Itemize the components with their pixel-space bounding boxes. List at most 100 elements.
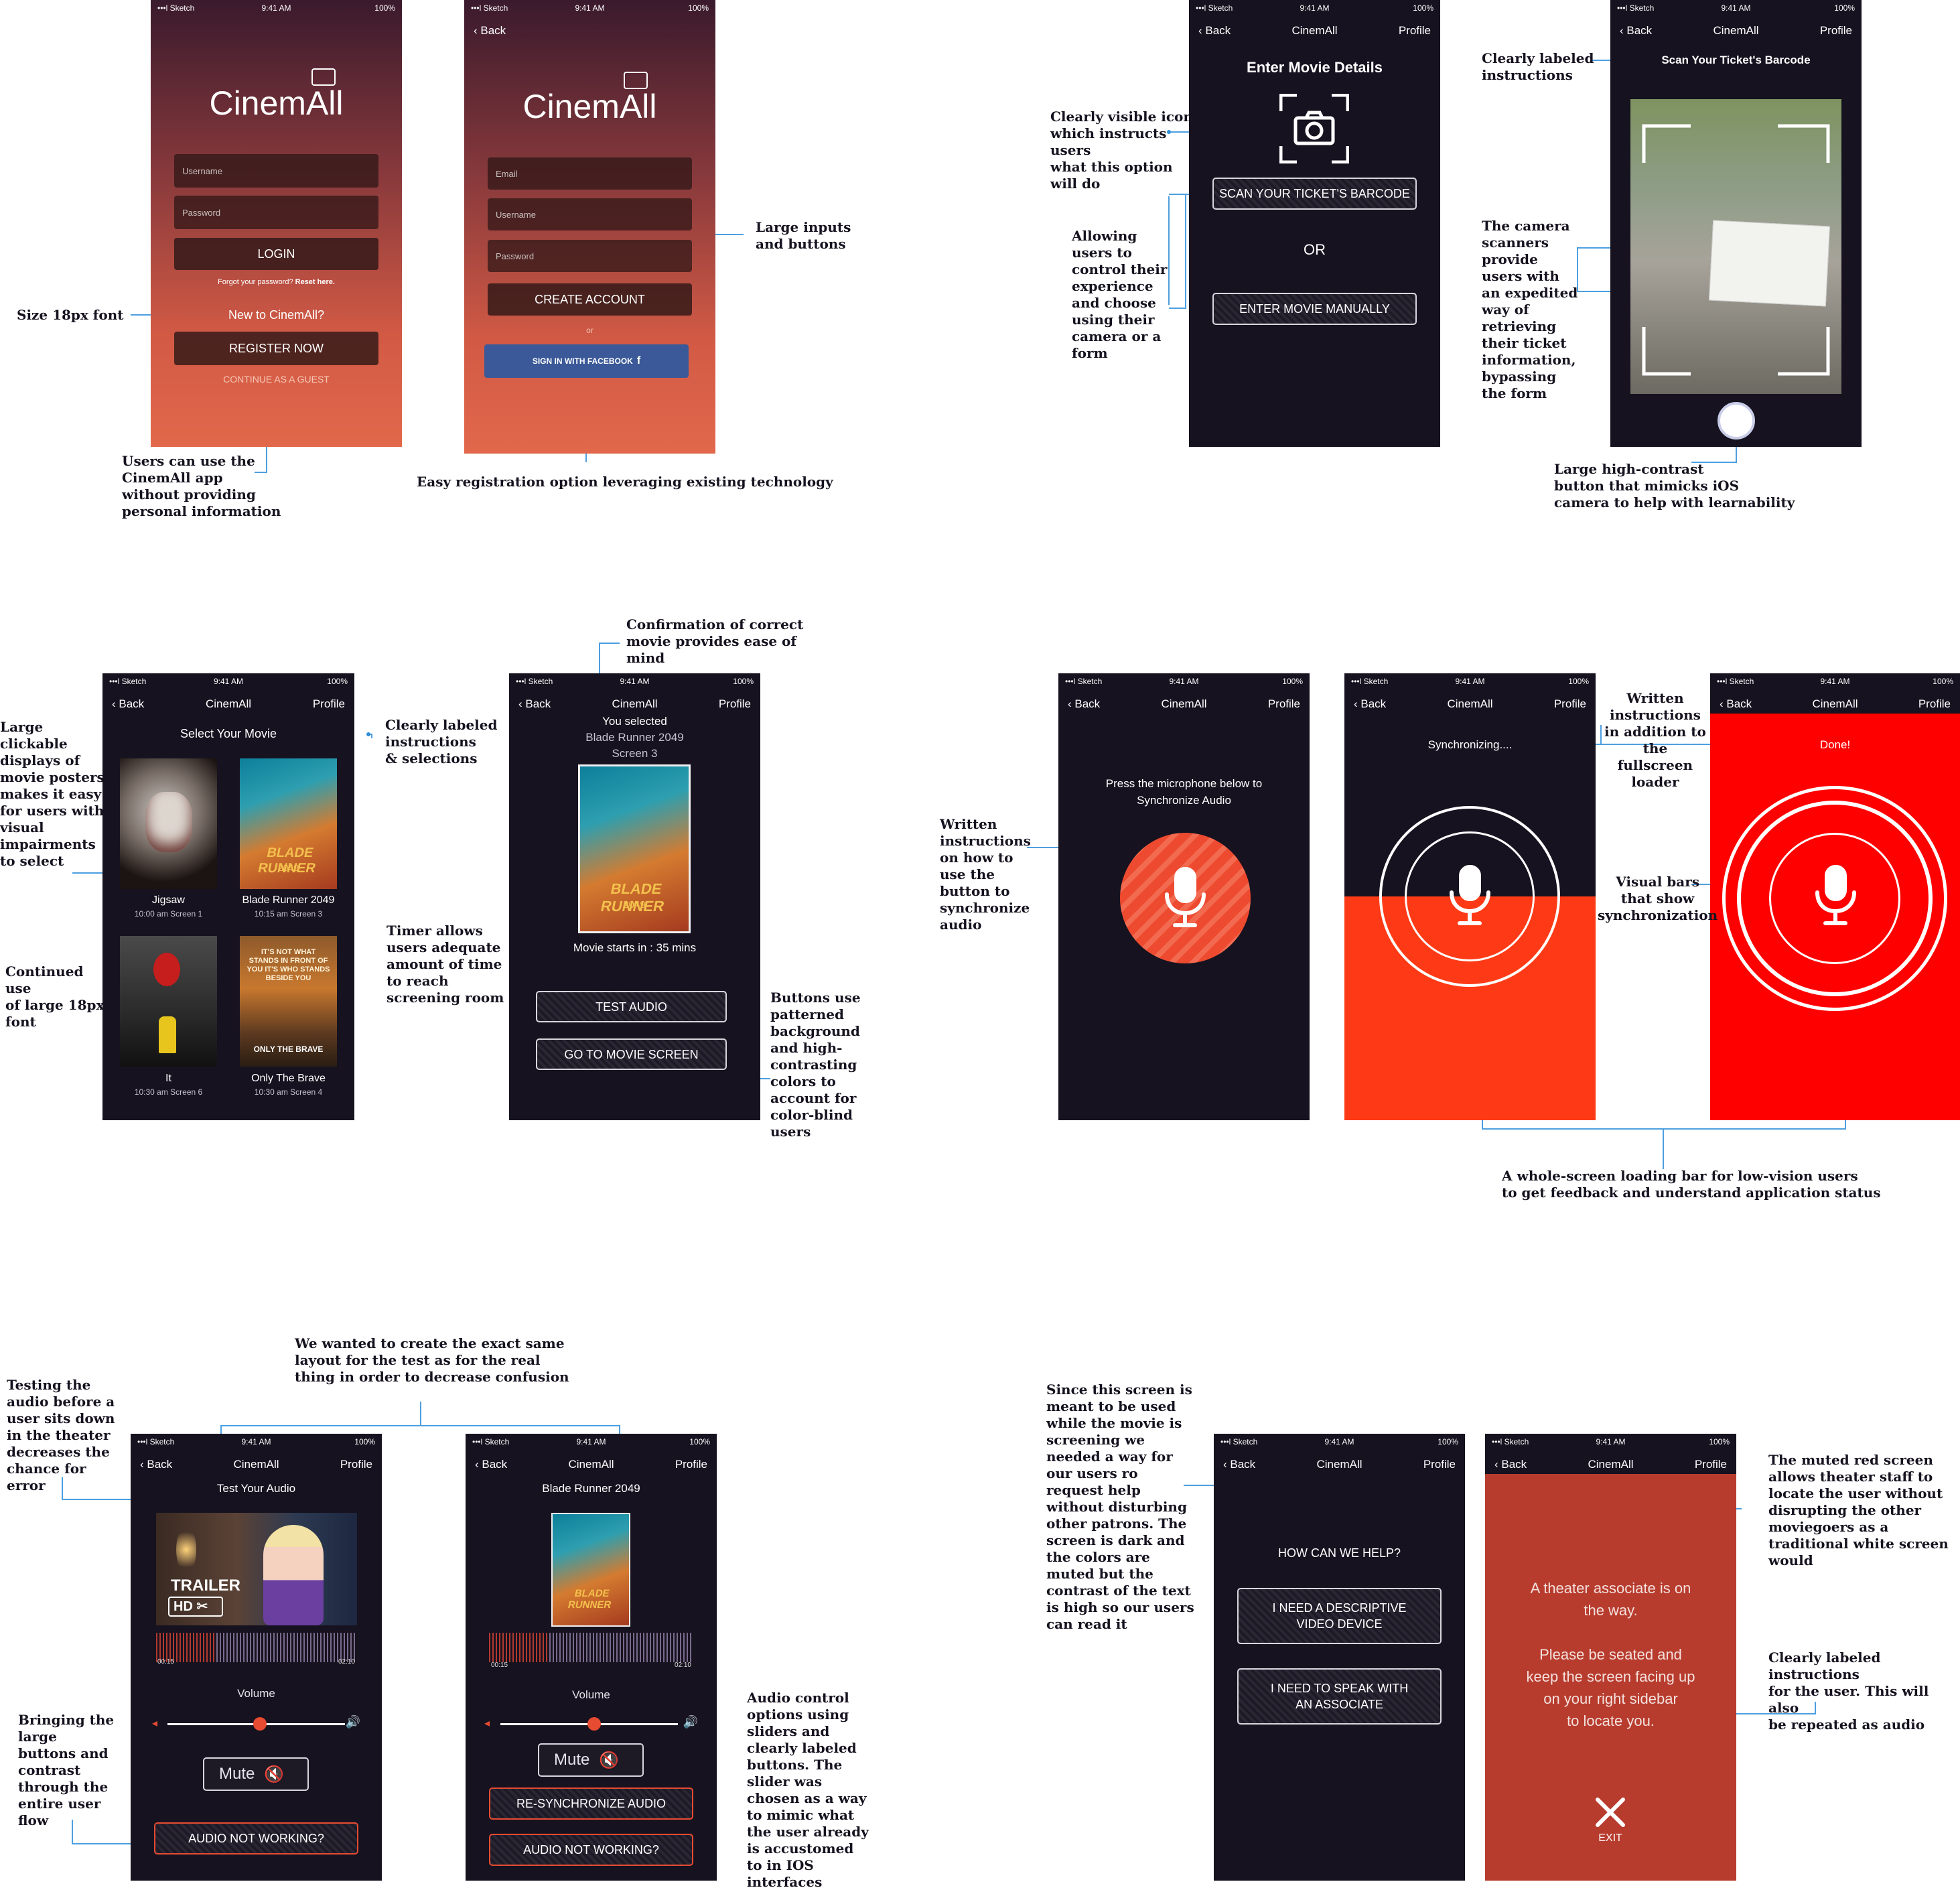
select-movie-screen: •••l Sketch 9:41 AM 100% ‹ Back CinemAll Pro… <box>102 673 354 1120</box>
microphone-icon <box>1450 865 1490 925</box>
login-button[interactable]: LOGIN <box>174 238 378 270</box>
profile-link[interactable]: Profile <box>340 1458 372 1471</box>
mute-button[interactable]: Mute 🔇 <box>538 1743 644 1777</box>
mute-button[interactable]: Mute 🔇 <box>203 1757 309 1791</box>
movie-title: Only The Brave <box>251 1073 326 1084</box>
volume-label: Volume <box>237 1687 275 1700</box>
selection-label: You selected <box>602 715 667 728</box>
seating-instructions: on your right sidebar <box>1543 1690 1678 1707</box>
poster-tagline: IT'S NOT WHAT STANDS IN FRONT OF YOU IT'… <box>247 948 330 982</box>
volume-slider-knob[interactable] <box>253 1717 267 1731</box>
character-figure <box>263 1525 324 1625</box>
profile-link[interactable]: Profile <box>313 697 345 711</box>
selected-screen: Screen 3 <box>612 747 658 760</box>
facebook-signin-button[interactable]: SIGN IN WITH FACEBOOK f <box>484 344 689 378</box>
back-button[interactable]: ‹ Back <box>474 24 506 38</box>
shutter-button[interactable] <box>1718 402 1755 440</box>
sync-start-screen: •••l Sketch 9:41 AM 100% ‹ Back CinemAll Pro… <box>1058 673 1310 1120</box>
trailer-label: TRAILER <box>171 1576 240 1595</box>
poster-year: 2049 <box>277 862 299 873</box>
email-input[interactable]: Email <box>488 157 692 190</box>
profile-link[interactable]: Profile <box>1399 24 1431 38</box>
audio-not-working-button[interactable]: AUDIO NOT WORKING? <box>489 1834 693 1866</box>
movie-poster-it[interactable] <box>120 936 217 1067</box>
annotation-guest: Users can use the CinemAll app without p… <box>122 453 281 519</box>
volume-slider-knob[interactable] <box>587 1717 601 1731</box>
profile-link[interactable]: Profile <box>1423 1458 1456 1471</box>
annotation-allowing: Allowing users to control their experien… <box>1072 228 1168 361</box>
microphone-button[interactable] <box>1120 833 1251 963</box>
profile-link[interactable]: Profile <box>1820 24 1852 38</box>
enter-manually-button[interactable]: ENTER MOVIE MANUALLY <box>1212 293 1417 325</box>
test-audio-button[interactable]: TEST AUDIO <box>536 991 727 1022</box>
battery-indicator: 100% <box>374 3 395 13</box>
reset-link[interactable]: Reset here. <box>295 278 335 286</box>
resync-audio-button[interactable]: RE-SYNCHRONIZE AUDIO <box>489 1788 693 1820</box>
battery-indicator: 100% <box>1933 677 1953 686</box>
profile-link[interactable]: Profile <box>1554 697 1586 711</box>
page-title: Blade Runner 2049 <box>542 1482 640 1495</box>
status-bar: •••l Sketch 9:41 AM 100% <box>157 3 395 13</box>
movie-title: It <box>165 1073 171 1084</box>
poster-title: BLADE RUNNER <box>567 1588 613 1611</box>
status-bar: •••l Sketch 9:41 AM 100% <box>1220 1437 1458 1446</box>
nav-bar: ‹ Back CinemAll Profile <box>1620 24 1852 38</box>
movie-poster-jigsaw[interactable] <box>120 758 217 889</box>
battery-indicator: 100% <box>1834 3 1855 13</box>
microphone-icon <box>1815 865 1856 925</box>
password-input[interactable]: Password <box>174 196 378 229</box>
audio-waveform[interactable] <box>489 1633 693 1662</box>
battery-indicator: 100% <box>688 3 709 13</box>
status-bar: •••l Sketch 9:41 AM 100% <box>137 1437 375 1446</box>
profile-link[interactable]: Profile <box>675 1458 707 1471</box>
volume-slider[interactable] <box>167 1717 345 1731</box>
volume-high-icon: 🔊 <box>683 1715 698 1729</box>
annotation-whole-screen: A whole-screen loading bar for low-visio… <box>1502 1168 1881 1201</box>
page-title: Test Your Audio <box>216 1482 296 1495</box>
profile-link[interactable]: Profile <box>1268 697 1300 711</box>
trailer-thumbnail: TRAILER HD ✂ <box>156 1513 357 1625</box>
username-input[interactable]: Username <box>174 154 378 188</box>
muted-speaker-icon: 🔇 <box>264 1765 285 1783</box>
username-input[interactable]: Username <box>488 198 692 230</box>
volume-high-icon: 🔊 <box>345 1715 360 1729</box>
sync-status-text: Synchronizing.... <box>1427 738 1513 751</box>
time-total: 02:10 <box>338 1658 355 1666</box>
profile-link[interactable]: Profile <box>1918 697 1951 711</box>
movie-audio-screen: •••l Sketch 9:41 AM 100% ‹ Back CinemAll Pro… <box>466 1434 717 1881</box>
movie-poster-only-the-brave[interactable]: IT'S NOT WHAT STANDS IN FRONT OF YOU IT'… <box>240 936 337 1067</box>
speak-with-associate-button[interactable]: I NEED TO SPEAK WITH AN ASSOCIATE <box>1237 1668 1442 1725</box>
annotation-same-layout: We wanted to create the exact same layou… <box>295 1335 569 1385</box>
movie-title: Jigsaw <box>152 894 185 906</box>
audio-not-working-button[interactable]: AUDIO NOT WORKING? <box>154 1822 358 1855</box>
profile-link[interactable]: Profile <box>719 697 751 711</box>
time-total: 02:10 <box>674 1662 691 1669</box>
descriptive-video-button[interactable]: I NEED A DESCRIPTIVE VIDEO DEVICE <box>1237 1588 1442 1644</box>
password-input[interactable]: Password <box>488 240 692 272</box>
page-title: Enter Movie Details <box>1247 59 1383 76</box>
go-to-movie-screen-button[interactable]: GO TO MOVIE SCREEN <box>536 1038 727 1070</box>
status-bar: •••l Sketch 9:41 AM 100% <box>516 677 754 686</box>
audio-waveform[interactable] <box>156 1633 357 1662</box>
login-screen: •••l Sketch 9:41 AM 100% CinemAll Username… <box>151 0 402 447</box>
yellow-raincoat-figure <box>159 1016 176 1053</box>
nav-bar: ‹ Back CinemAll Profile <box>1223 1458 1456 1471</box>
seating-instructions: keep the screen facing up <box>1526 1668 1695 1685</box>
microphone-icon <box>1165 867 1206 927</box>
status-bar: •••l Sketch 9:41 AM 100% <box>1492 1437 1730 1446</box>
guest-link[interactable]: CONTINUE AS A GUEST <box>151 374 402 385</box>
nav-bar: ‹ Back CinemAll Profile <box>1720 697 1951 711</box>
volume-slider[interactable] <box>500 1717 678 1731</box>
associate-message: the way. <box>1584 1602 1638 1619</box>
profile-link[interactable]: Profile <box>1695 1458 1727 1471</box>
poster-title: ONLY THE BRAVE <box>253 1044 324 1054</box>
exit-button[interactable]: EXIT <box>1590 1796 1630 1849</box>
movie-poster-blade-runner[interactable]: BLADE RUNNER 2049 <box>240 758 337 889</box>
sync-instruction: Press the microphone below to <box>1105 777 1263 790</box>
create-account-button[interactable]: CREATE ACCOUNT <box>488 283 692 316</box>
register-button[interactable]: REGISTER NOW <box>174 332 378 365</box>
scan-barcode-button[interactable]: SCAN YOUR TICKET'S BARCODE <box>1212 178 1417 210</box>
time-elapsed: 00:15 <box>157 1658 175 1666</box>
time-elapsed: 00:15 <box>491 1662 508 1669</box>
battery-indicator: 100% <box>1709 1437 1730 1446</box>
